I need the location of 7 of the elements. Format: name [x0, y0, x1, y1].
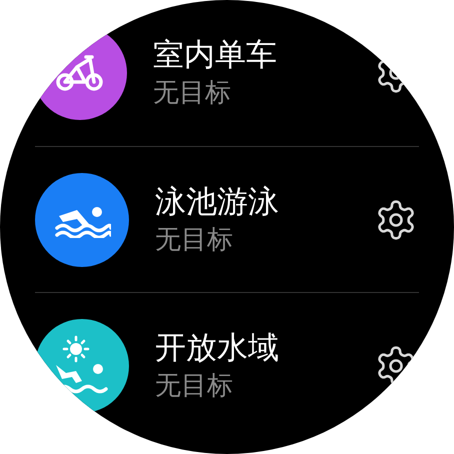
activity-title: 开放水域	[155, 328, 280, 368]
goal-label: 无目标	[153, 77, 232, 110]
activity-title: 泳池游泳	[155, 182, 280, 222]
goal-label: 无目标	[155, 370, 234, 402]
activity-title: 室内单车	[153, 36, 278, 75]
goal-label: 无目标	[155, 224, 234, 256]
bicycle-icon	[55, 53, 105, 93]
